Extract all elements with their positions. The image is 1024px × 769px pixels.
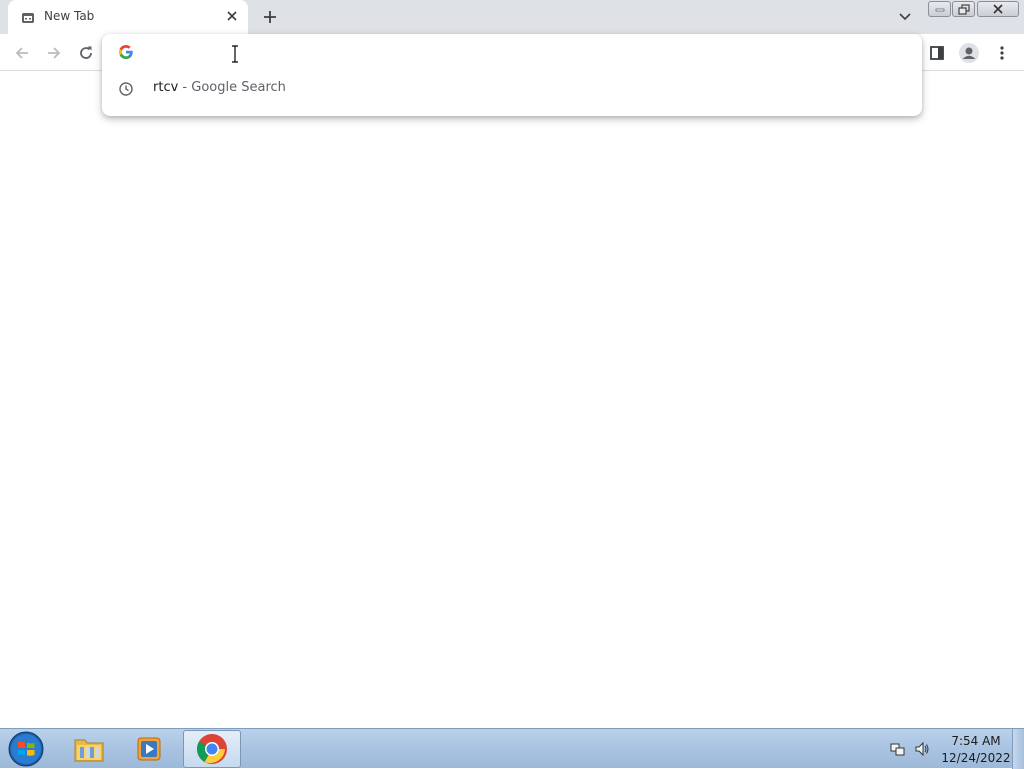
omnibox-dropdown: rtcv - Google Search [102, 34, 922, 116]
minimize-button[interactable] [928, 1, 951, 17]
start-button[interactable] [6, 730, 46, 768]
tab-strip: New Tab [0, 0, 1024, 34]
avatar-icon [959, 43, 979, 63]
restore-button[interactable] [952, 1, 975, 17]
reload-button[interactable] [74, 41, 98, 65]
omnibox[interactable] [102, 34, 922, 70]
tab-new-tab[interactable]: New Tab [8, 0, 248, 34]
history-clock-icon [118, 81, 134, 97]
forward-button[interactable] [42, 41, 66, 65]
taskbar: 7:54 AM 12/24/2022 [0, 728, 1024, 769]
clock-date[interactable]: 12/24/2022 [940, 751, 1012, 765]
windows-start-icon [8, 731, 44, 767]
system-tray: 7:54 AM 12/24/2022 [886, 729, 1024, 769]
close-tab-icon[interactable] [224, 8, 240, 24]
side-panel-button[interactable] [925, 41, 949, 65]
tab-title: New Tab [44, 9, 95, 23]
network-icon[interactable] [890, 741, 906, 757]
reload-icon [80, 46, 92, 59]
close-icon [993, 4, 1003, 14]
omnibox-suggestion[interactable]: rtcv - Google Search [102, 72, 922, 106]
chrome-menu-button[interactable] [990, 41, 1014, 65]
back-arrow-icon [15, 47, 28, 59]
more-vert-icon [1000, 46, 1004, 60]
media-player-icon [137, 737, 161, 761]
suggestion-query: rtcv [153, 80, 179, 95]
taskbar-explorer[interactable] [60, 730, 118, 768]
minimize-icon [935, 8, 944, 12]
show-desktop-button[interactable] [1012, 729, 1024, 769]
back-button[interactable] [10, 41, 34, 65]
profile-button[interactable] [957, 41, 981, 65]
suggestion-description: Google Search [191, 80, 286, 95]
volume-icon[interactable] [914, 741, 930, 757]
text-cursor-icon [231, 45, 239, 63]
suggestion-text: rtcv - Google Search [153, 80, 286, 95]
tab-search-button[interactable] [895, 8, 915, 26]
clock-time[interactable]: 7:54 AM [944, 734, 1008, 748]
new-tab-button[interactable] [259, 6, 281, 28]
suggestion-separator: - [178, 80, 192, 95]
close-window-button[interactable] [977, 1, 1019, 17]
omnibox-input[interactable] [146, 40, 906, 64]
plus-icon [264, 11, 276, 23]
folder-icon [74, 739, 104, 762]
new-tab-icon [21, 10, 35, 24]
chrome-icon [196, 734, 227, 764]
chevron-down-icon [899, 13, 911, 21]
forward-arrow-icon [48, 47, 61, 59]
google-g-icon [118, 44, 134, 60]
side-panel-icon [930, 46, 944, 60]
taskbar-media-player[interactable] [120, 730, 178, 768]
taskbar-chrome[interactable] [183, 730, 241, 768]
restore-icon [957, 3, 970, 15]
